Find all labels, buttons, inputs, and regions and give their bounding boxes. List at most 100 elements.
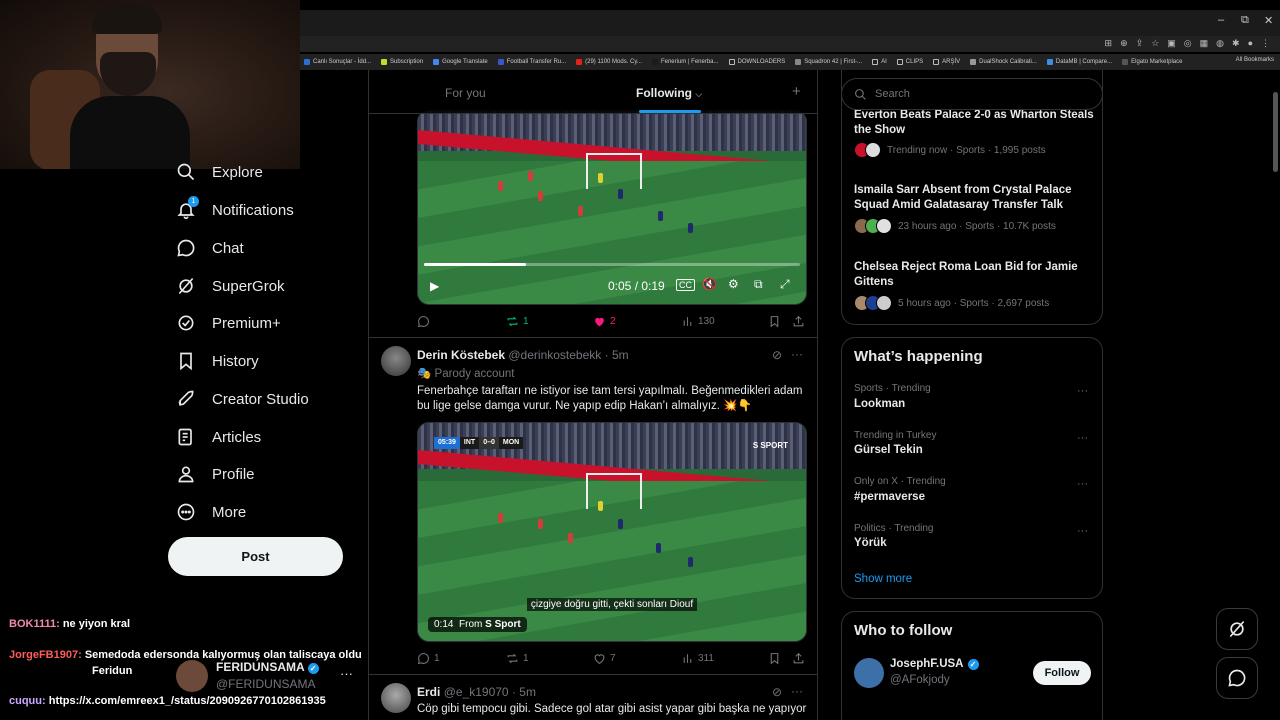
extension-icon[interactable]: ◍ (1216, 38, 1224, 49)
more-icon[interactable]: ··· (791, 347, 803, 361)
extension-icon[interactable]: ▦ (1200, 38, 1209, 49)
video-player[interactable]: ▶ 0:05 / 0:19 CC 🔇 ⚙ ⧉ ⤢ (417, 110, 807, 305)
bookmark[interactable]: (29) 1100 Mods. Cy... (576, 59, 642, 65)
account-switcher[interactable]: FERIDUNSAMA ✓ @FERIDUNSAMA ··· (176, 656, 356, 696)
grok-icon[interactable]: ⊘ (772, 685, 782, 699)
pip-icon[interactable]: ⧉ (754, 277, 763, 292)
post-header: Derin Köstebek @derinkostebekk · 5m (417, 348, 629, 362)
trend-item[interactable]: Gürsel Tekin (854, 444, 923, 456)
menu-icon[interactable]: ⋮ (1261, 38, 1270, 49)
share-button[interactable] (792, 315, 805, 328)
more-icon[interactable]: ··· (1077, 385, 1088, 397)
all-bookmarks[interactable]: All Bookmarks (1236, 57, 1274, 63)
views-button[interactable]: 311 (681, 652, 714, 665)
news-title[interactable]: Ismaila Sarr Absent from Crystal Palace … (854, 183, 1094, 213)
nav-articles[interactable]: Articles (176, 427, 261, 447)
bookmark-button[interactable] (768, 652, 781, 665)
nav-more[interactable]: More (176, 502, 246, 522)
avatar[interactable] (854, 658, 884, 688)
search-input[interactable]: Search (841, 78, 1103, 110)
restore-icon[interactable]: ⧉ (1241, 14, 1249, 27)
nav-history[interactable]: History (176, 351, 259, 371)
settings-icon[interactable]: ⚙ (728, 277, 739, 291)
mute-icon[interactable]: 🔇 (702, 277, 717, 291)
video-progress-bar[interactable] (424, 263, 800, 266)
messages-button[interactable] (1216, 657, 1258, 699)
verified-icon: ✓ (307, 663, 319, 674)
screen: – ⧉ ✕ ⊞ ⊕ ⇪ ☆ ▣ ◎ ▦ ◍ ✱ ● ⋮ Canlı Sonuçl… (0, 0, 1280, 720)
video-source-tag[interactable]: 0:14 From S Sport (428, 617, 527, 632)
more-icon[interactable]: ··· (1077, 432, 1088, 444)
bookmark[interactable]: DataMB | Compare... (1046, 59, 1112, 65)
show-more-link[interactable]: Show more (854, 573, 912, 585)
bookmark[interactable]: Google Translate (433, 59, 488, 65)
avatar[interactable] (381, 683, 411, 713)
translate-icon[interactable]: ⊞ (1105, 38, 1113, 49)
grok-icon[interactable]: ⊘ (772, 348, 782, 362)
share-icon[interactable]: ⇪ (1136, 38, 1144, 49)
star-icon[interactable]: ☆ (1151, 38, 1159, 49)
repost-icon (507, 316, 518, 327)
post-header: Erdi @e_k19070 · 5m (417, 685, 536, 699)
add-feed-icon[interactable]: + (792, 83, 801, 100)
bookmark-folder[interactable]: CLIPS (896, 59, 923, 65)
trend-item[interactable]: Yörük (854, 537, 887, 549)
more-icon[interactable]: ··· (791, 684, 803, 698)
bookmark-folder[interactable]: DOWNLOADERS (728, 59, 785, 65)
like-button[interactable]: 2 (593, 315, 616, 328)
close-icon[interactable]: ✕ (1264, 14, 1273, 27)
bookmark[interactable]: Subscription (381, 59, 423, 65)
bookmark-icon (770, 316, 779, 328)
reply-button[interactable] (417, 315, 430, 328)
bookmark[interactable]: Elgato Marketplace (1122, 59, 1182, 65)
extension-icon[interactable]: ◎ (1184, 38, 1192, 49)
trend-item[interactable]: Lookman (854, 398, 905, 410)
article-icon (176, 427, 196, 447)
reply-button[interactable]: 1 (417, 652, 440, 665)
fullscreen-icon[interactable]: ⤢ (780, 277, 790, 292)
follow-button[interactable]: Follow (1033, 661, 1091, 685)
post-button[interactable]: Post (168, 537, 343, 576)
nav-supergrok[interactable]: SuperGrok (176, 276, 285, 296)
news-title[interactable]: Chelsea Reject Roma Loan Bid for Jamie G… (854, 260, 1094, 290)
bookmark[interactable]: Canlı Sonuçlar - İdd... (304, 59, 371, 65)
bookmark-folder[interactable]: AI (872, 59, 887, 65)
nav-notifications[interactable]: 1 Notifications (176, 196, 294, 220)
zoom-icon[interactable]: ⊕ (1120, 38, 1128, 49)
extension-icon[interactable]: ▣ (1167, 38, 1176, 49)
puzzle-icon[interactable]: ✱ (1232, 38, 1240, 49)
bookmark-folder[interactable]: ARŞİV (933, 59, 960, 65)
profile-icon[interactable]: ● (1248, 38, 1253, 49)
captions-icon[interactable]: CC (676, 279, 695, 291)
play-icon[interactable]: ▶ (430, 279, 439, 293)
repost-button[interactable]: 1 (506, 315, 529, 328)
more-icon[interactable]: ··· (1077, 525, 1088, 537)
share-button[interactable] (792, 652, 805, 665)
tab-for-you[interactable]: For you (445, 86, 486, 100)
nav-creator-studio[interactable]: Creator Studio (176, 389, 309, 409)
nav-profile[interactable]: Profile (176, 464, 255, 484)
views-icon (683, 654, 692, 663)
bookmark-button[interactable] (768, 315, 781, 328)
nav-explore[interactable]: Explore (176, 162, 263, 182)
nav-premium[interactable]: Premium+ (176, 313, 281, 333)
avatar[interactable] (381, 346, 411, 376)
scrollbar[interactable] (1273, 92, 1278, 172)
bookmark[interactable]: Football Transfer Ru... (497, 59, 566, 65)
minimize-icon[interactable]: – (1218, 14, 1224, 26)
repost-button[interactable]: 1 (506, 652, 529, 665)
news-title[interactable]: Everton Beats Palace 2-0 as Wharton Stea… (854, 108, 1094, 138)
bookmark[interactable]: Squadron 42 | First-... (795, 59, 862, 65)
video-player[interactable]: 05:39 INT 0–0 MON S SPORT çizgiye doğru … (417, 422, 807, 642)
trend-item[interactable]: #permaverse (854, 491, 925, 503)
more-icon[interactable]: ··· (1077, 478, 1088, 490)
nav-chat[interactable]: Chat (176, 238, 244, 258)
tab-following[interactable]: Following ⌵ (636, 86, 702, 100)
views-button[interactable]: 130 (681, 315, 715, 328)
bookmark[interactable]: DualShock Calibrati... (970, 59, 1037, 65)
bookmark[interactable]: Fenerium | Fenerba... (651, 59, 719, 65)
more-icon[interactable]: ··· (340, 666, 353, 681)
grok-icon (176, 276, 196, 296)
like-button[interactable]: 7 (593, 652, 616, 665)
grok-button[interactable] (1216, 608, 1258, 650)
